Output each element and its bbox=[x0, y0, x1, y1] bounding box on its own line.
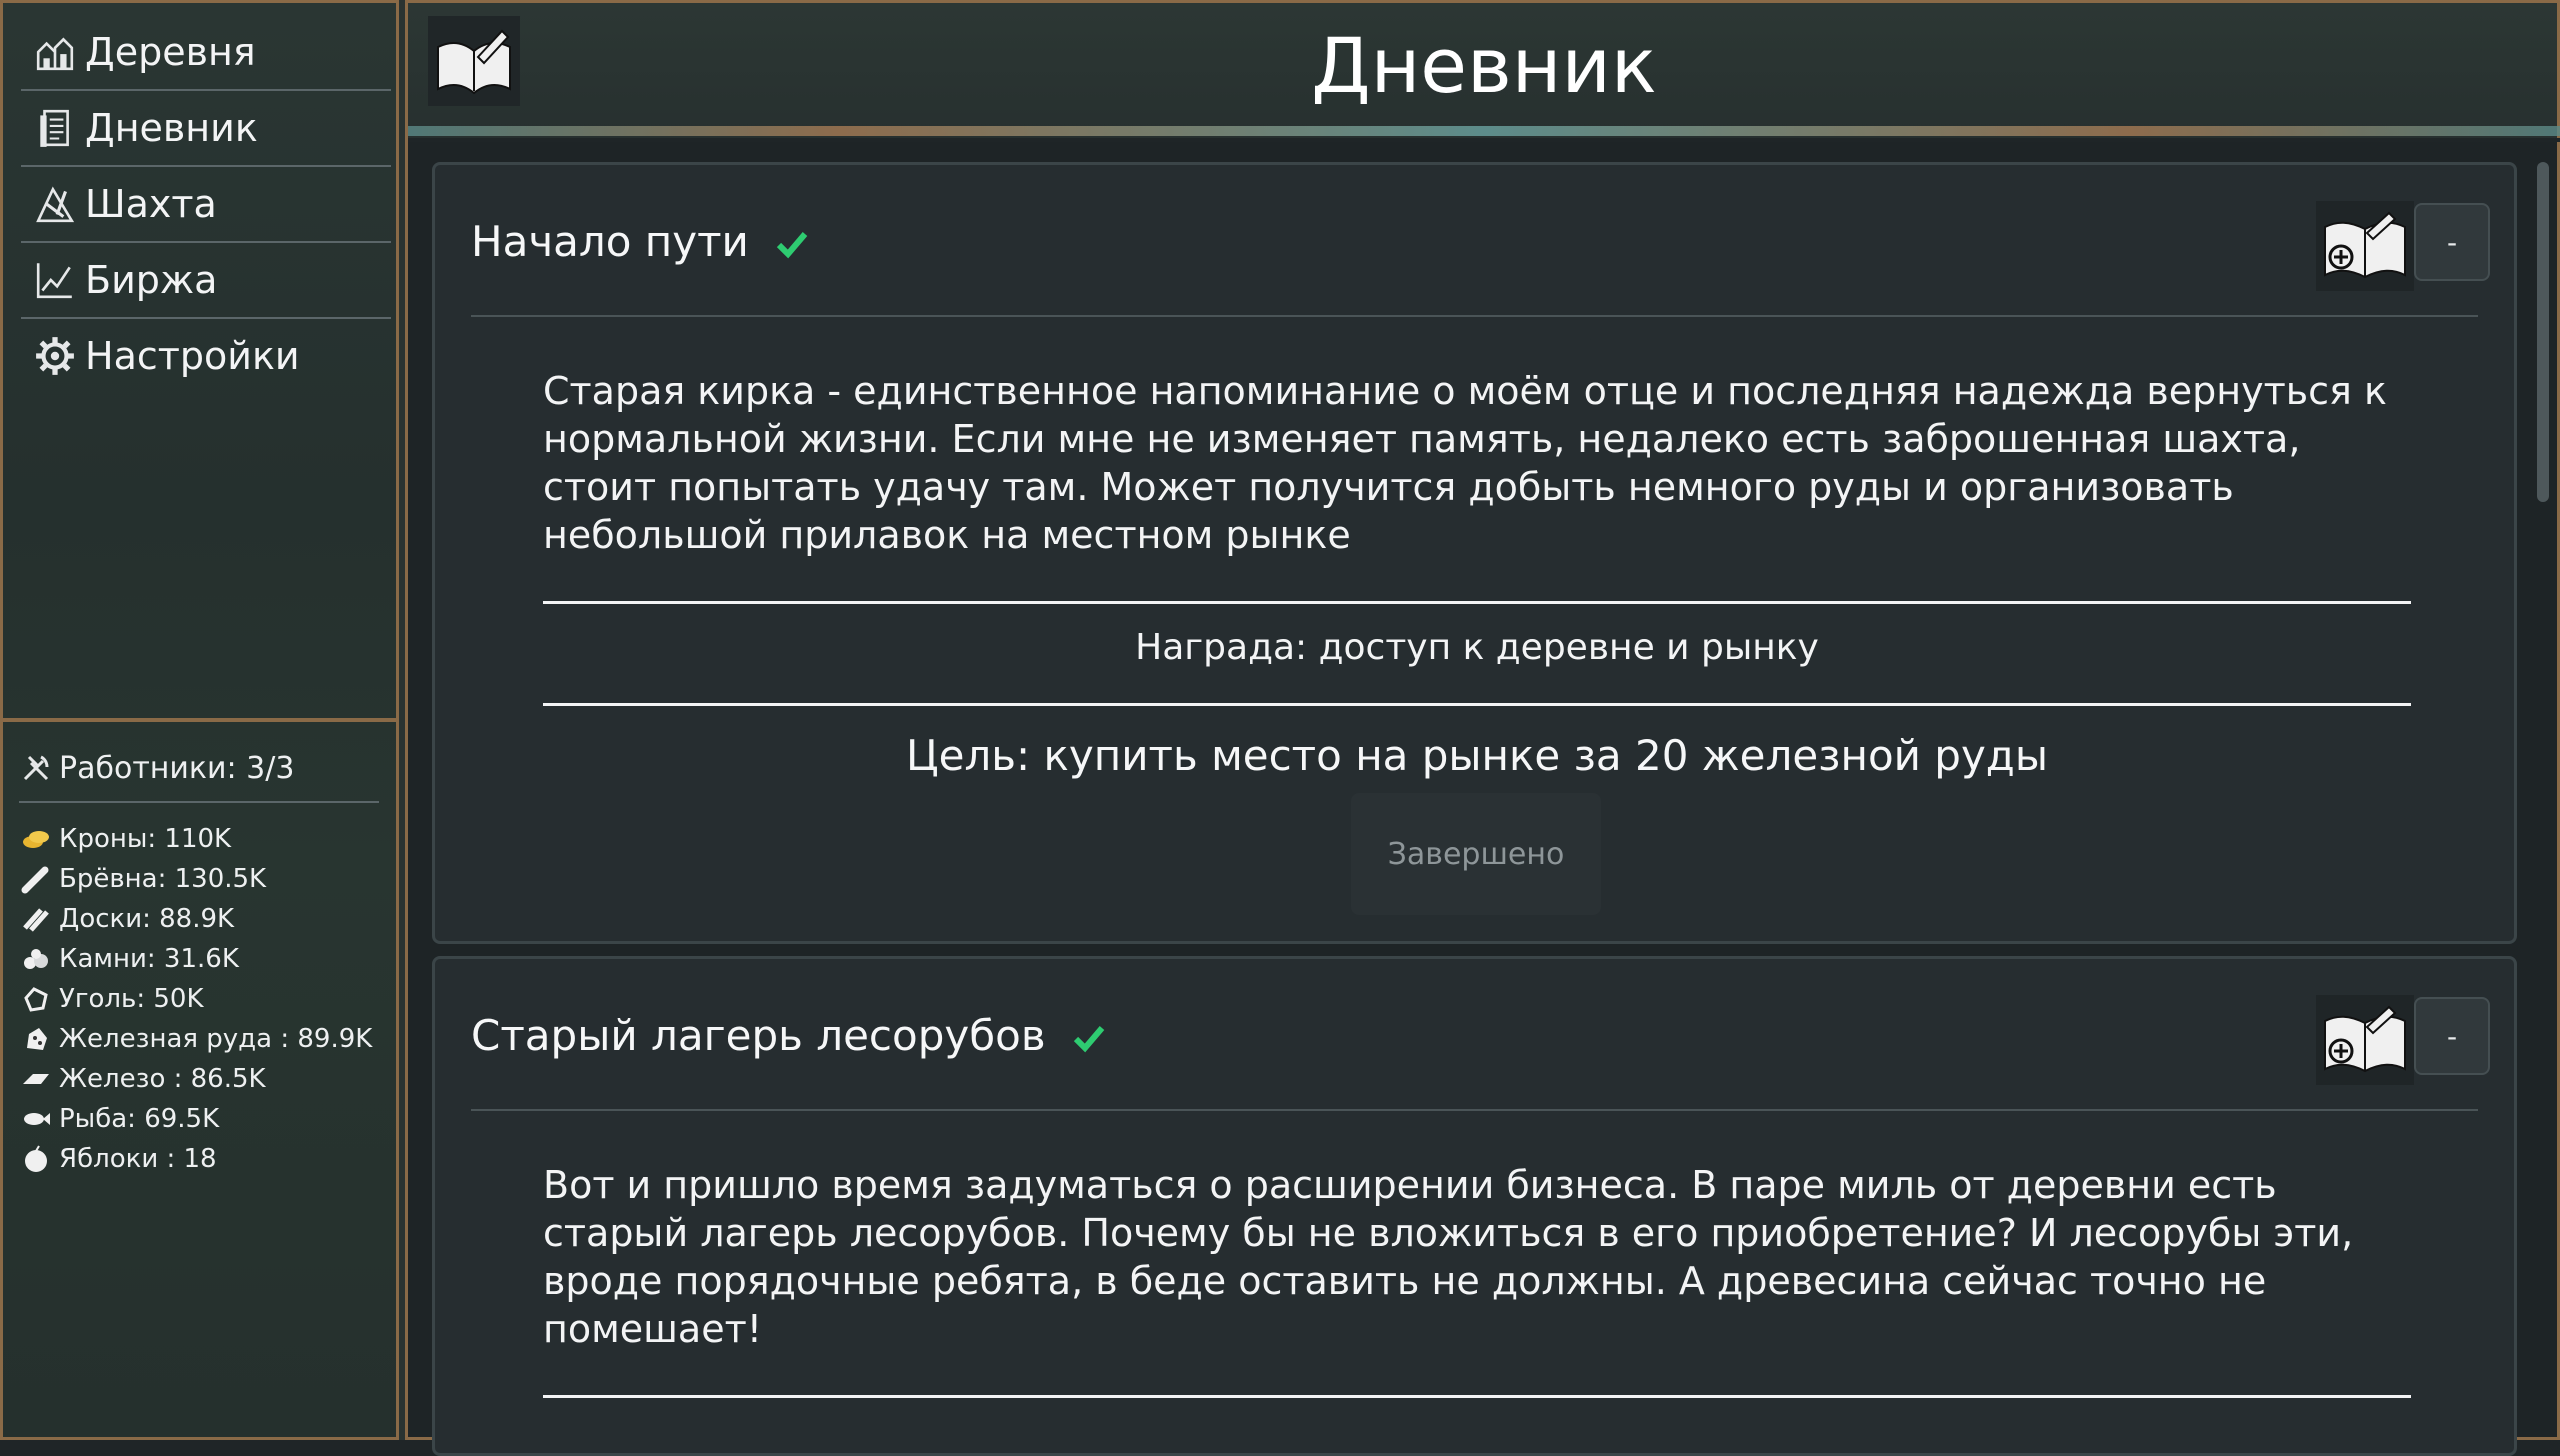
scrollbar[interactable] bbox=[2537, 162, 2549, 502]
workers-label: Работники: 3/3 bbox=[59, 750, 295, 786]
collapse-button[interactable]: - bbox=[2414, 997, 2490, 1075]
quest-goal: Цель: купить место на рынке за 20 железн… bbox=[905, 731, 2049, 780]
quest-reward: Награда: доступ к деревне и рынку bbox=[1135, 627, 1819, 668]
divider bbox=[543, 703, 2411, 706]
sidebar-item-label: Шахта bbox=[85, 182, 217, 226]
frame-rail bbox=[396, 0, 408, 1440]
quest-card: Старый лагерь лесорубов - Вот и пришло в… bbox=[432, 956, 2517, 1456]
check-icon bbox=[776, 220, 808, 269]
resource-label: Яблоки : 18 bbox=[59, 1144, 217, 1174]
quest-header: Начало пути - bbox=[435, 165, 2514, 315]
resource-row: Кроны: 110K bbox=[19, 819, 389, 859]
coins-icon bbox=[19, 822, 53, 856]
planks-icon bbox=[19, 902, 53, 936]
iron-ore-icon bbox=[19, 1022, 53, 1056]
quest-title: Старый лагерь лесорубов bbox=[471, 1011, 1105, 1063]
resource-label: Железо : 86.5K bbox=[59, 1064, 266, 1094]
sidebar-item-village[interactable]: Деревня bbox=[21, 15, 391, 91]
resource-row: Доски: 88.9K bbox=[19, 899, 389, 939]
divider bbox=[543, 601, 2411, 604]
fish-icon bbox=[19, 1102, 53, 1136]
resource-row: Железная руда : 89.9K bbox=[19, 1019, 389, 1059]
sidebar-item-journal[interactable]: Дневник bbox=[21, 91, 391, 167]
quest-title-text: Начало пути bbox=[471, 217, 749, 266]
completed-button[interactable]: Завершено bbox=[1351, 793, 1601, 915]
resource-row: Яблоки : 18 bbox=[19, 1139, 389, 1179]
page-title: Дневник bbox=[1311, 21, 1657, 110]
coal-icon bbox=[19, 982, 53, 1016]
workers-counter: Работники: 3/3 bbox=[19, 743, 379, 803]
resource-label: Брёвна: 130.5K bbox=[59, 864, 267, 894]
resource-label: Уголь: 50K bbox=[59, 984, 204, 1014]
hammer-pick-icon bbox=[19, 751, 53, 785]
divider bbox=[471, 315, 2478, 317]
sidebar-item-mine[interactable]: Шахта bbox=[21, 167, 391, 243]
village-icon bbox=[31, 28, 79, 76]
apple-icon bbox=[19, 1142, 53, 1176]
sidebar: Деревня Дневник Шахта Биржа Настройки Ра… bbox=[0, 0, 402, 1440]
resource-label: Рыба: 69.5K bbox=[59, 1104, 220, 1134]
resource-label: Камни: 31.6K bbox=[59, 944, 239, 974]
sidebar-item-label: Дневник bbox=[85, 106, 258, 150]
resource-row: Рыба: 69.5K bbox=[19, 1099, 389, 1139]
sidebar-item-settings[interactable]: Настройки bbox=[21, 319, 391, 393]
journal-icon bbox=[31, 104, 79, 152]
quest-title-text: Старый лагерь лесорубов bbox=[471, 1011, 1046, 1060]
main-content: Начало пути - Старая кирка - единственно… bbox=[408, 142, 2560, 1456]
chart-icon bbox=[31, 256, 79, 304]
quest-title: Начало пути bbox=[471, 217, 808, 269]
resource-row: Брёвна: 130.5K bbox=[19, 859, 389, 899]
logs-icon bbox=[19, 862, 53, 896]
sidebar-item-label: Настройки bbox=[85, 334, 300, 378]
resource-row: Уголь: 50K bbox=[19, 979, 389, 1019]
divider bbox=[543, 1395, 2411, 1398]
sidebar-item-label: Деревня bbox=[85, 30, 256, 74]
resource-label: Доски: 88.9K bbox=[59, 904, 235, 934]
sidebar-divider bbox=[3, 718, 399, 722]
sidebar-item-exchange[interactable]: Биржа bbox=[21, 243, 391, 319]
resource-row: Камни: 31.6K bbox=[19, 939, 389, 979]
header-strip bbox=[408, 126, 2560, 136]
resources-panel: Работники: 3/3 Кроны: 110K Брёвна: 130.5… bbox=[19, 743, 389, 1179]
map-marker-button[interactable] bbox=[2316, 995, 2414, 1085]
check-icon bbox=[1073, 1014, 1105, 1063]
sidebar-item-label: Биржа bbox=[85, 258, 218, 302]
divider bbox=[471, 1109, 2478, 1111]
resource-label: Кроны: 110K bbox=[59, 824, 232, 854]
quest-header: Старый лагерь лесорубов - bbox=[435, 959, 2514, 1109]
collapse-button[interactable]: - bbox=[2414, 203, 2490, 281]
quest-description: Старая кирка - единственное напоминание … bbox=[543, 369, 2387, 557]
sidebar-nav: Деревня Дневник Шахта Биржа Настройки bbox=[21, 15, 391, 393]
iron-ingot-icon bbox=[19, 1062, 53, 1096]
gear-icon bbox=[31, 332, 79, 380]
resource-row: Железо : 86.5K bbox=[19, 1059, 389, 1099]
resource-label: Железная руда : 89.9K bbox=[59, 1024, 373, 1054]
stones-icon bbox=[19, 942, 53, 976]
mine-icon bbox=[31, 180, 79, 228]
quest-description: Вот и пришло время задуматься о расширен… bbox=[543, 1163, 2354, 1351]
map-marker-button[interactable] bbox=[2316, 201, 2414, 291]
quest-card: Начало пути - Старая кирка - единственно… bbox=[432, 162, 2517, 944]
